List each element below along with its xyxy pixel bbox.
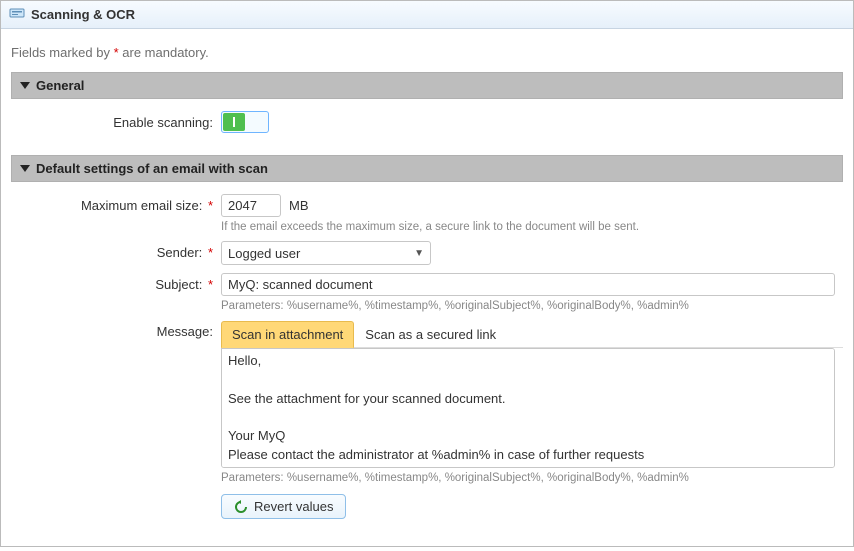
message-label: Message: bbox=[11, 320, 221, 339]
titlebar: Scanning & OCR bbox=[1, 1, 853, 29]
chevron-down-icon bbox=[20, 165, 30, 172]
settings-panel: Scanning & OCR Fields marked by * are ma… bbox=[0, 0, 854, 547]
sender-select[interactable]: Logged user ▼ bbox=[221, 241, 431, 265]
revert-values-button[interactable]: Revert values bbox=[221, 494, 346, 519]
enable-scanning-toggle[interactable] bbox=[221, 111, 269, 133]
message-textarea[interactable] bbox=[221, 348, 835, 468]
chevron-down-icon bbox=[20, 82, 30, 89]
subject-label: Subject: * bbox=[11, 273, 221, 292]
tab-scan-secured-link[interactable]: Scan as a secured link bbox=[354, 321, 507, 348]
section-header-general[interactable]: General bbox=[11, 72, 843, 99]
subject-hint: Parameters: %username%, %timestamp%, %or… bbox=[221, 300, 843, 312]
max-size-input[interactable] bbox=[221, 194, 281, 217]
content: Fields marked by * are mandatory. Genera… bbox=[1, 29, 853, 551]
note-pre: Fields marked by bbox=[11, 45, 114, 60]
section-title-general: General bbox=[36, 78, 84, 93]
section-header-email[interactable]: Default settings of an email with scan bbox=[11, 155, 843, 182]
section-body-general: Enable scanning: bbox=[11, 99, 843, 155]
scanner-icon bbox=[9, 5, 25, 24]
chevron-down-icon: ▼ bbox=[414, 248, 424, 259]
subject-input[interactable] bbox=[221, 273, 835, 296]
note-post: are mandatory. bbox=[119, 45, 209, 60]
max-size-label: Maximum email size: * bbox=[11, 194, 221, 213]
max-size-hint: If the email exceeds the maximum size, a… bbox=[221, 221, 843, 233]
tab-scan-attachment[interactable]: Scan in attachment bbox=[221, 321, 354, 348]
page-title: Scanning & OCR bbox=[31, 7, 135, 22]
sender-value: Logged user bbox=[228, 246, 300, 261]
mandatory-note: Fields marked by * are mandatory. bbox=[11, 45, 843, 60]
message-hint: Parameters: %username%, %timestamp%, %or… bbox=[221, 472, 843, 484]
section-body-email: Maximum email size: * MB If the email ex… bbox=[11, 182, 843, 541]
revert-values-label: Revert values bbox=[254, 499, 333, 514]
enable-scanning-label: Enable scanning: bbox=[11, 111, 221, 130]
message-tabs: Scan in attachment Scan as a secured lin… bbox=[221, 320, 843, 348]
sender-label: Sender: * bbox=[11, 241, 221, 260]
section-title-email: Default settings of an email with scan bbox=[36, 161, 268, 176]
revert-icon bbox=[234, 500, 248, 514]
toggle-knob bbox=[223, 113, 245, 131]
max-size-unit: MB bbox=[289, 198, 309, 213]
